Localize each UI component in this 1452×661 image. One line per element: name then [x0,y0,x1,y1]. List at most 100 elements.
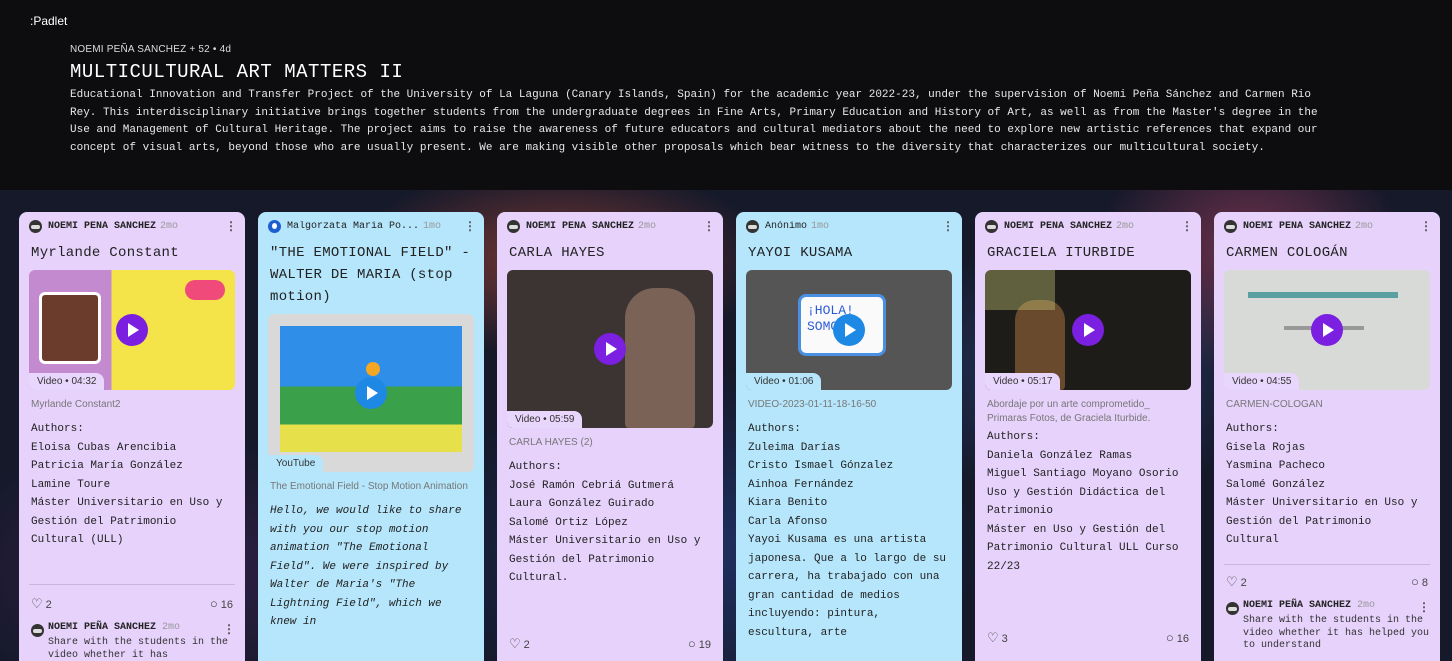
play-icon[interactable] [594,333,626,365]
post-header: NOEMI PEÑA SANCHEZ 2mo ⋮ [1214,212,1440,240]
video-thumbnail[interactable]: Video • 05:17 [985,270,1191,390]
post-body: Authors: Gisela Rojas Yasmina Pacheco Sa… [1226,423,1418,546]
post-author: Malgorzata Maria Po... [287,220,420,232]
post-time: 1mo [423,220,442,232]
avatar [746,219,759,233]
post-card[interactable]: NOEMI PEÑA SANCHEZ 2mo ⋮ Myrlande Constan… [19,212,245,661]
play-icon[interactable] [1311,314,1343,346]
kebab-menu-icon[interactable]: ⋮ [225,219,237,234]
post-author: NOEMI PEÑA SANCHEZ [526,220,635,232]
padlet-header: NOEMI PEÑA SANCHEZ + 52 • 4d MULTICULTUR… [70,44,1370,157]
board-description: Educational Innovation and Transfer Proj… [70,89,1318,154]
kebab-menu-icon[interactable]: ⋮ [1181,219,1193,234]
post-card[interactable]: NOEMI PEÑA SANCHEZ 2mo ⋮ CARLA HAYES Vide… [497,212,723,661]
post-time: 2mo [638,220,657,232]
post-author: NOEMI PEÑA SANCHEZ [1004,220,1113,232]
kebab-menu-icon[interactable]: ⋮ [223,622,235,637]
post-title: YAYOI KUSAMA [748,245,853,261]
divider [1224,564,1430,565]
post-card[interactable]: Anónimo 1mo ⋮ YAYOI KUSAMA ¡HOLA! SOMOS V… [736,212,962,661]
comment-author: NOEMI PEÑA SANCHEZ [48,622,157,633]
board-title: MULTICULTURAL ART MATTERS II [70,61,404,83]
avatar [31,624,44,637]
post-body: Authors: José Ramón Cebriá Gutmerá Laura… [509,461,701,584]
post-author: NOEMI PEÑA SANCHEZ [48,220,157,232]
comment-author: NOEMI PEÑA SANCHEZ [1243,600,1352,611]
video-thumbnail[interactable]: YouTube [268,314,474,472]
post-body: Authors: Zuleima Darías Cristo Ismael Gó… [748,423,947,639]
video-duration: Video • 05:59 [507,411,583,428]
post-author: NOEMI PEÑA SANCHEZ [1243,220,1352,232]
post-card[interactable]: NOEMI PEÑA SANCHEZ 2mo ⋮ GRACIELA ITURBID… [975,212,1201,661]
post-body: Authors: Eloisa Cubas Arencibia Patricia… [31,423,223,546]
post-body: Authors: Daniela González Ramas Miguel S… [987,431,1179,573]
video-thumbnail[interactable]: ¡HOLA! SOMOS Video • 01:06 [746,270,952,390]
photo-hands [985,270,1055,310]
attachment-caption: CARLA HAYES (2) [509,437,593,448]
post-header: NOEMI PEÑA SANCHEZ 2mo ⋮ [19,212,245,240]
post-header: Malgorzata Maria Po... 1mo ⋮ [258,212,484,240]
board-byline: NOEMI PEÑA SANCHEZ + 52 • 4d [70,44,232,55]
video-thumbnail[interactable]: Video • 04:55 [1224,270,1430,390]
comment-text: Share with the students in the video whe… [48,637,229,661]
like-button[interactable]: 3 [987,630,1008,646]
post-header: NOEMI PEÑA SANCHEZ 2mo ⋮ [497,212,723,240]
comment-button[interactable]: 8 [1411,574,1428,590]
attachment-caption: VIDEO-2023-01-11-18-16-50 [748,399,877,410]
avatar [1226,602,1239,615]
sun-shape [366,362,380,376]
comment-time: 2mo [1357,600,1376,611]
video-duration: Video • 01:06 [746,373,822,390]
play-icon[interactable] [1072,314,1104,346]
play-icon[interactable] [116,314,148,346]
play-icon[interactable] [355,377,387,409]
video-thumbnail[interactable]: Video • 05:59 [507,270,713,428]
post-card[interactable]: NOEMI PEÑA SANCHEZ 2mo ⋮ CARMEN COLOGÁN V… [1214,212,1440,661]
video-thumbnail[interactable]: Video • 04:32 [29,270,235,390]
kebab-menu-icon[interactable]: ⋮ [464,219,476,234]
avatar [507,219,520,233]
slide-text [1248,292,1398,298]
kebab-menu-icon[interactable]: ⋮ [942,219,954,234]
avatar [268,219,281,233]
divider [29,584,235,585]
like-button[interactable]: 2 [31,596,52,612]
like-button[interactable]: 2 [509,636,530,652]
sculpture-image [625,288,695,428]
post-title: CARLA HAYES [509,245,605,261]
post-header: NOEMI PEÑA SANCHEZ 2mo ⋮ [975,212,1201,240]
post-title: "THE EMOTIONAL FIELD" - WALTER DE MARIA … [270,245,471,305]
comment-button[interactable]: 16 [1166,630,1189,646]
padlet-logo[interactable]: :Padlet [30,14,67,28]
post-card[interactable]: Malgorzata Maria Po... 1mo ⋮ "THE EMOTION… [258,212,484,661]
source-label: YouTube [268,455,324,472]
avatar [29,219,42,233]
post-time: 2mo [160,220,179,232]
post-title: Myrlande Constant [31,245,179,261]
attachment-caption: Abordaje por un arte comprometido_ Prima… [987,399,1151,424]
post-header: Anónimo 1mo ⋮ [736,212,962,240]
play-icon[interactable] [833,314,865,346]
comment-text: Share with the students in the video whe… [1243,615,1430,651]
decoration-shape [185,280,225,300]
comment-button[interactable]: 19 [688,636,711,652]
comment-button[interactable]: 16 [210,596,233,612]
video-duration: Video • 05:17 [985,373,1061,390]
post-time: 2mo [1116,220,1135,232]
portrait-image [39,292,101,364]
avatar [985,219,998,233]
post-title: GRACIELA ITURBIDE [987,245,1135,261]
kebab-menu-icon[interactable]: ⋮ [1420,219,1432,234]
avatar [1224,219,1237,233]
video-duration: Video • 04:55 [1224,373,1300,390]
video-duration: Video • 04:32 [29,373,105,390]
post-title: CARMEN COLOGÁN [1226,245,1348,261]
kebab-menu-icon[interactable]: ⋮ [1418,600,1430,615]
post-time: 1mo [811,220,830,232]
comment: NOEMI PEÑA SANCHEZ 2mo ⋮ Share with the s… [1224,600,1430,653]
like-button[interactable]: 2 [1226,574,1247,590]
comment-time: 2mo [162,622,181,633]
kebab-menu-icon[interactable]: ⋮ [703,219,715,234]
post-author: Anónimo [765,220,808,232]
attachment-caption: The Emotional Field - Stop Motion Animat… [270,481,468,492]
